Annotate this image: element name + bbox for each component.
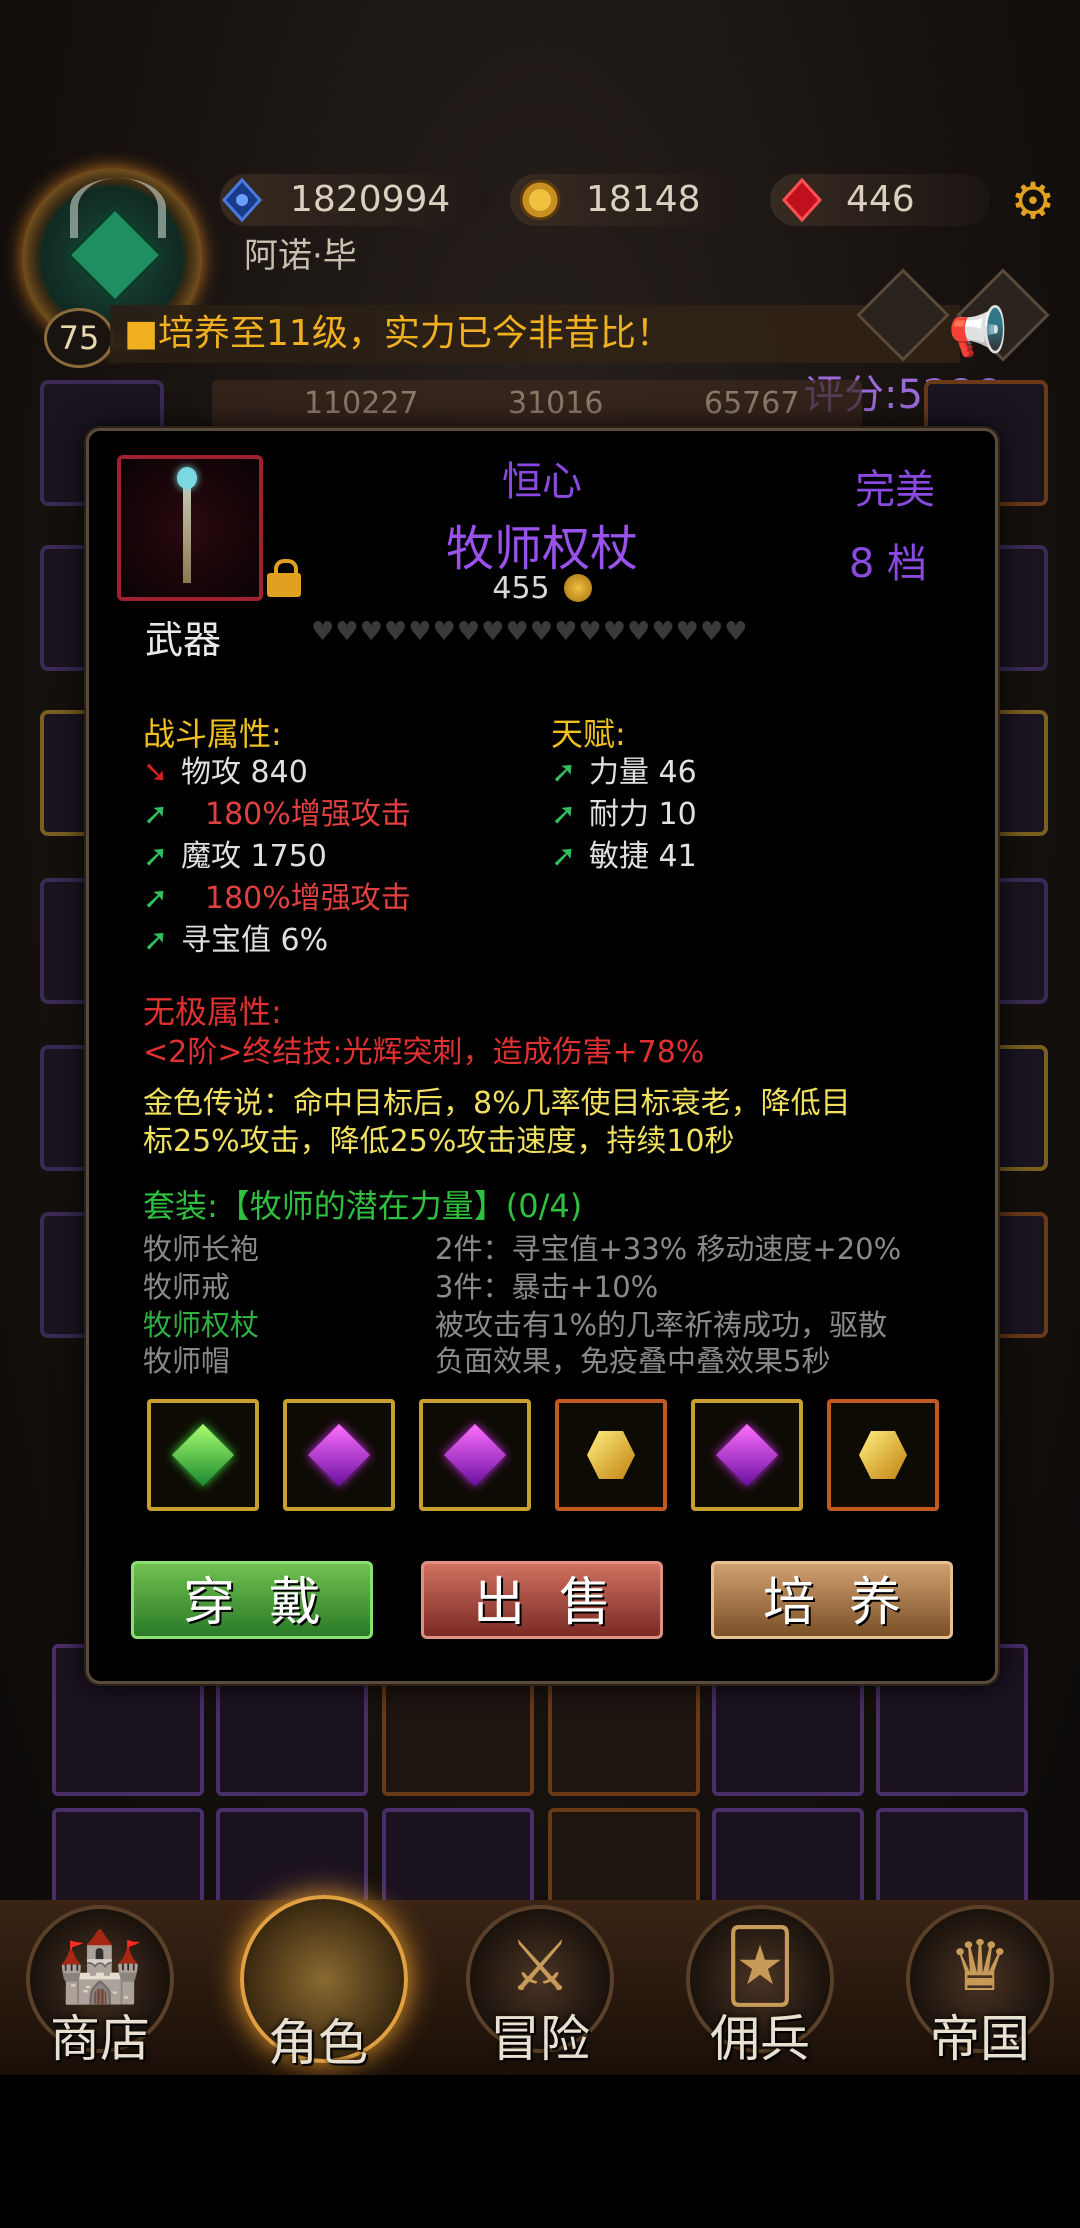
purple-gem-icon	[715, 1423, 779, 1487]
train-button[interactable]: 培养	[711, 1561, 953, 1639]
item-grade: 8 档	[848, 541, 927, 587]
set-item: 牧师权杖	[143, 1308, 260, 1342]
announcement-ticker: ■培养至11级，实力已今非昔比！	[110, 305, 960, 363]
gem-socket[interactable]	[283, 1399, 395, 1511]
item-quality: 完美	[855, 467, 935, 513]
price-value: 455	[492, 571, 550, 606]
combat-attr: ➚ 寻宝值 6%	[143, 921, 328, 961]
nav-label: 冒险	[490, 2010, 590, 2068]
combat-attr: ➘ 物攻 840	[143, 753, 308, 793]
set-bonus: 被攻击有1%的几率祈祷成功，驱散	[435, 1308, 888, 1342]
equip-button[interactable]: 穿戴	[131, 1561, 373, 1639]
nav-label: 佣兵	[710, 2010, 810, 2068]
nav-empire[interactable]: ♛ 帝国	[902, 1905, 1058, 2068]
up-arrow-icon: ➚	[551, 839, 577, 874]
green-gem-icon	[171, 1423, 235, 1487]
nav-label: 商店	[50, 2010, 150, 2068]
gold-coin-icon	[563, 574, 592, 602]
nav-label: 帝国	[930, 2010, 1030, 2068]
gem-socket[interactable]	[419, 1399, 531, 1511]
gem-socket[interactable]	[691, 1399, 803, 1511]
bg-stat: 31016	[508, 386, 604, 421]
blue-gem-icon	[221, 178, 263, 222]
gem-socket[interactable]	[555, 1399, 667, 1511]
ticker-prefix: ■	[124, 313, 159, 354]
yellow-gem-icon	[587, 1431, 635, 1479]
gem-socket[interactable]	[147, 1399, 259, 1511]
horn-icon[interactable]: 📢	[948, 302, 1008, 362]
bg-stat: 65767	[704, 386, 800, 421]
nav-character[interactable]: 角色	[240, 1895, 408, 2072]
up-arrow-icon: ➚	[143, 881, 169, 916]
set-bonus: 3件：暴击+10%	[435, 1270, 659, 1304]
set-bonus: 负面效果，免疫叠中叠效果5秒	[435, 1344, 831, 1378]
purple-gem-icon	[307, 1423, 371, 1487]
combat-title: 战斗属性:	[143, 715, 282, 753]
gold-value: 18148	[586, 179, 701, 220]
talent-title: 天赋:	[551, 715, 626, 753]
red-gem-icon	[781, 178, 823, 222]
up-arrow-icon: ➚	[143, 839, 169, 874]
gem-socket[interactable]	[827, 1399, 939, 1511]
set-item: 牧师长袍	[143, 1232, 260, 1266]
up-arrow-icon: ➚	[551, 797, 577, 832]
set-item: 牧师帽	[143, 1344, 231, 1378]
nav-mercenary[interactable]: 🃏 佣兵	[682, 1905, 838, 2068]
player-name: 阿诺·毕	[244, 236, 357, 276]
item-detail-dialog: 武器 恒心 牧师权杖 455 完美 8 档 ♥♥♥♥♥♥♥♥♥♥♥♥♥♥♥♥♥♥…	[86, 428, 998, 1684]
yellow-gem-icon	[859, 1431, 907, 1479]
background-stats: 110227 31016 65767	[212, 380, 862, 428]
wuji-text: <2阶>终结技:光辉突刺，造成伤害+78%	[143, 1035, 705, 1070]
nav-adventure[interactable]: ⚔ 冒险	[462, 1905, 618, 2068]
ruby-value: 446	[846, 179, 915, 220]
nav-label: 角色	[268, 2014, 368, 2072]
level-badge: 75	[44, 308, 114, 368]
sell-button[interactable]: 出售	[421, 1561, 663, 1639]
combat-attr: ➚ 180%增强攻击	[143, 795, 411, 835]
heart-rating: ♥♥♥♥♥♥♥♥♥♥♥♥♥♥♥♥♥♥	[311, 617, 749, 647]
set-title: 套装:【牧师的潜在力量】(0/4)	[143, 1187, 583, 1225]
nav-shop[interactable]: 🏰 商店	[22, 1905, 178, 2068]
gold-coin-icon	[519, 179, 561, 221]
bg-stat: 110227	[304, 386, 419, 421]
gear-icon[interactable]: ⚙	[1008, 176, 1058, 226]
combat-attr: ➚ 魔攻 1750	[143, 837, 327, 877]
talent-attr: ➚ 耐力 10	[551, 795, 697, 835]
up-arrow-icon: ➚	[143, 923, 169, 958]
set-item: 牧师戒	[143, 1270, 231, 1304]
up-arrow-icon: ➚	[143, 797, 169, 832]
down-arrow-icon: ➘	[143, 755, 169, 790]
up-arrow-icon: ➚	[551, 755, 577, 790]
gold-legend-text: 金色传说：命中目标后，8%几率使目标衰老，降低目 标25%攻击，降低25%攻击速…	[143, 1086, 851, 1159]
combat-attr: ➚ 180%增强攻击	[143, 879, 411, 919]
set-bonus: 2件：寻宝值+33% 移动速度+20%	[435, 1232, 902, 1266]
talent-attr: ➚ 敏捷 41	[551, 837, 697, 877]
purple-gem-icon	[443, 1423, 507, 1487]
game-screen: 75 1820994 18148 446 ⚙ 阿诺·毕 ■培养至11级，实力已今…	[0, 0, 1080, 2075]
ticker-text: 培养至11级，实力已今非昔比！	[158, 313, 672, 354]
item-type: 武器	[145, 618, 222, 662]
talent-attr: ➚ 力量 46	[551, 753, 697, 793]
diamond-value: 1820994	[290, 179, 451, 220]
